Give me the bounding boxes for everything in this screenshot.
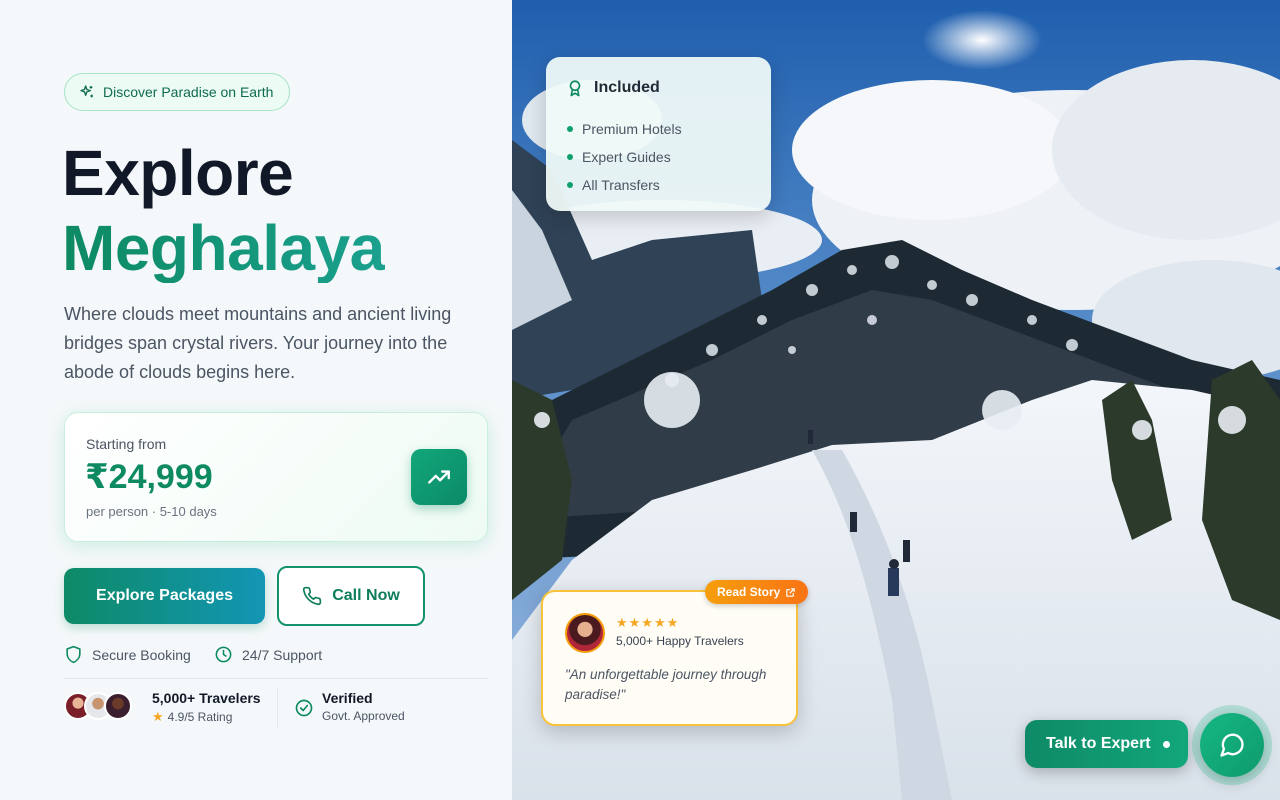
rating-value: 4.9/5 Rating — [167, 710, 233, 724]
left-panel: Discover Paradise on Earth Explore Megha… — [0, 0, 512, 800]
review-card: ★★★★★ 5,000+ Happy Travelers "An unforge… — [541, 590, 798, 726]
traveler-avatars — [64, 692, 132, 720]
star-icon: ★ — [152, 709, 164, 724]
read-story-label: Read Story — [717, 585, 781, 599]
talk-label: Talk to Expert — [1046, 735, 1151, 752]
happy-travelers-label: 5,000+ Happy Travelers — [616, 634, 744, 648]
traveler-stats: 5,000+ Travelers ★ 4.9/5 Rating — [152, 690, 261, 725]
hero-title-line2: Meghalaya — [62, 212, 385, 284]
talk-to-expert-button[interactable]: Talk to Expert — [1025, 720, 1188, 768]
award-icon — [569, 80, 581, 97]
verified-badge: Verified Govt. Approved — [294, 690, 405, 723]
rating-row: ★ 4.9/5 Rating — [152, 709, 261, 725]
included-card: Included Premium Hotels Expert Guides Al… — [546, 57, 771, 211]
reviewer-avatar — [565, 613, 605, 653]
verified-subtitle: Govt. Approved — [322, 709, 405, 723]
read-story-button[interactable]: Read Story — [705, 580, 809, 604]
explore-packages-button[interactable]: Explore Packages — [64, 568, 265, 624]
online-dot — [1162, 740, 1170, 748]
feature-label: Secure Booking — [92, 646, 191, 663]
verified-title: Verified — [322, 690, 373, 706]
chat-bubble-icon — [1220, 733, 1244, 757]
included-header: Included — [566, 79, 660, 97]
sparkle-icon — [80, 85, 93, 98]
phone-icon — [303, 586, 322, 606]
included-list: Premium Hotels Expert Guides All Transfe… — [567, 115, 682, 199]
feature-support: 24/7 Support — [214, 645, 322, 664]
clock-icon — [215, 646, 232, 663]
hero-title-line1: Explore — [62, 137, 294, 209]
discover-badge: Discover Paradise on Earth — [64, 73, 291, 111]
list-item: Expert Guides — [567, 143, 682, 171]
badge-label: Discover Paradise on Earth — [103, 84, 274, 100]
review-quote: "An unforgettable journey through paradi… — [565, 667, 767, 702]
price-card: Starting from ₹24,999 per person · 5-10 … — [64, 412, 488, 542]
chat-button[interactable] — [1200, 713, 1264, 777]
check-circle-icon — [295, 699, 313, 717]
feature-label: 24/7 Support — [242, 646, 323, 663]
shield-icon — [66, 645, 81, 664]
call-now-button[interactable]: Call Now — [277, 566, 425, 626]
call-now-label: Call Now — [332, 587, 400, 604]
price-details: per person · 5-10 days — [86, 504, 217, 519]
avatar — [104, 692, 132, 720]
trending-up-icon — [428, 470, 450, 484]
travelers-count: 5,000+ Travelers — [152, 690, 261, 706]
included-title: Included — [594, 79, 660, 96]
feature-secure-booking: Secure Booking — [64, 645, 191, 664]
trending-button[interactable] — [411, 449, 467, 505]
list-item: All Transfers — [567, 171, 682, 199]
rating-stars: ★★★★★ — [616, 615, 680, 630]
divider — [64, 678, 488, 679]
hero-description: Where clouds meet mountains and ancient … — [64, 304, 452, 382]
price-label: Starting from — [86, 436, 167, 452]
list-item: Premium Hotels — [567, 115, 682, 143]
vertical-divider — [277, 688, 278, 728]
external-link-icon — [786, 587, 796, 597]
price-amount: ₹24,999 — [85, 458, 213, 496]
